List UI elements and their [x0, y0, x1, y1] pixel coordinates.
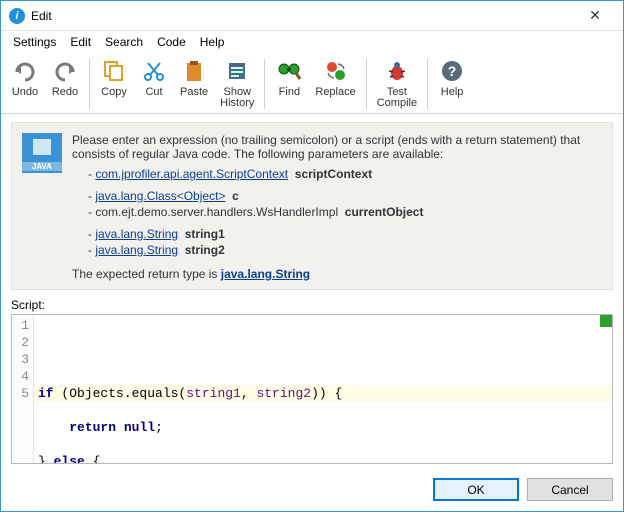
replace-button[interactable]: Replace	[309, 55, 361, 102]
expected-return: The expected return type is java.lang.St…	[72, 267, 602, 281]
ok-button[interactable]: OK	[433, 478, 519, 501]
menu-help[interactable]: Help	[194, 33, 231, 51]
java-badge-icon: JAVA	[22, 133, 62, 173]
expected-type-link[interactable]: java.lang.String	[221, 267, 310, 281]
close-button[interactable]: ✕	[575, 7, 615, 24]
menu-edit[interactable]: Edit	[64, 33, 97, 51]
cancel-button[interactable]: Cancel	[527, 478, 613, 501]
test-compile-button[interactable]: Test Compile	[371, 55, 423, 113]
undo-icon	[11, 57, 39, 85]
paste-icon	[180, 57, 208, 85]
param-type-link[interactable]: java.lang.String	[95, 243, 178, 257]
find-icon	[275, 57, 303, 85]
window-title: Edit	[31, 9, 575, 23]
help-button[interactable]: ? Help	[432, 55, 472, 102]
toolbar: Undo Redo Copy Cut Paste	[1, 53, 623, 114]
paste-button[interactable]: Paste	[174, 55, 214, 113]
help-icon: ?	[438, 57, 466, 85]
param-name: c	[232, 189, 239, 203]
dialog-buttons: OK Cancel	[1, 470, 623, 511]
param-list: - com.jprofiler.api.agent.ScriptContext …	[72, 167, 602, 257]
replace-icon	[322, 57, 350, 85]
param-type: com.ejt.demo.server.handlers.WsHandlerIm…	[95, 205, 338, 219]
line-gutter: 1 2 3 4 5	[12, 315, 34, 463]
param-name: string1	[185, 227, 225, 241]
param-type-link[interactable]: java.lang.String	[95, 227, 178, 241]
cut-icon	[140, 57, 168, 85]
svg-text:?: ?	[448, 63, 457, 79]
bug-icon	[383, 57, 411, 85]
cut-button[interactable]: Cut	[134, 55, 174, 113]
param-name: string2	[185, 243, 225, 257]
code-area[interactable]: if (Objects.equals(string1, string2)) { …	[34, 315, 612, 463]
history-icon	[223, 57, 251, 85]
redo-icon	[51, 57, 79, 85]
menu-code[interactable]: Code	[151, 33, 192, 51]
info-panel: JAVA Please enter an expression (no trai…	[11, 122, 613, 290]
param-type-link[interactable]: java.lang.Class<Object>	[95, 189, 225, 203]
app-icon: i	[9, 8, 25, 24]
menu-settings[interactable]: Settings	[7, 33, 62, 51]
content-area: JAVA Please enter an expression (no trai…	[1, 114, 623, 470]
undo-button[interactable]: Undo	[5, 55, 45, 102]
show-history-button[interactable]: Show History	[214, 55, 260, 113]
info-lead: Please enter an expression (no trailing …	[72, 133, 602, 161]
titlebar: i Edit ✕	[1, 1, 623, 31]
param-name: scriptContext	[295, 167, 372, 181]
copy-icon	[100, 57, 128, 85]
param-type-link[interactable]: com.jprofiler.api.agent.ScriptContext	[95, 167, 288, 181]
copy-button[interactable]: Copy	[94, 55, 134, 113]
menubar: Settings Edit Search Code Help	[1, 31, 623, 53]
param-name: currentObject	[345, 205, 424, 219]
code-editor[interactable]: 1 2 3 4 5 if (Objects.equals(string1, st…	[11, 314, 613, 464]
find-button[interactable]: Find	[269, 55, 309, 102]
redo-button[interactable]: Redo	[45, 55, 85, 102]
script-label: Script:	[11, 298, 613, 312]
menu-search[interactable]: Search	[99, 33, 149, 51]
